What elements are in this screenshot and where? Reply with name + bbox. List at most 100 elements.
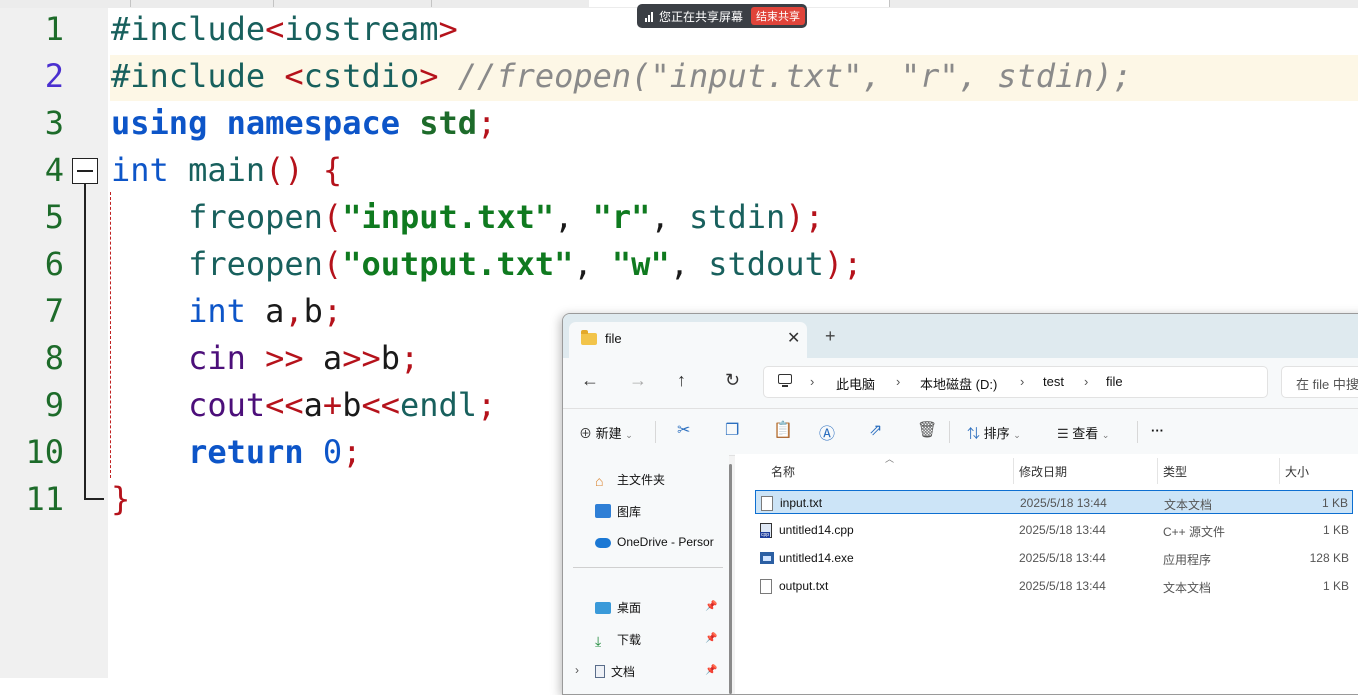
breadcrumb-this-pc[interactable]: 此电脑: [836, 374, 875, 393]
view-button-label: 查看: [1072, 426, 1099, 441]
paste-icon[interactable]: 📋: [773, 420, 793, 440]
share-icon[interactable]: ⇗: [869, 420, 882, 440]
code-line[interactable]: }: [111, 476, 130, 523]
explorer-titlebar: file ✕ +: [563, 314, 1358, 358]
new-button[interactable]: ⊕ 新建 ⌄: [579, 423, 633, 442]
file-type: C++ 源文件: [1163, 525, 1226, 539]
code-token: (: [322, 198, 343, 236]
nav-item-desktop[interactable]: 桌面: [595, 599, 641, 616]
nav-scrollbar[interactable]: [729, 464, 732, 694]
file-size: 1 KB: [1321, 496, 1348, 510]
code-line[interactable]: cout<<a+b<<endl;: [111, 382, 496, 429]
file-row[interactable]: untitled14.exe 2025/5/18 13:44 应用程序 128 KB: [755, 546, 1353, 570]
code-token: #include: [111, 57, 285, 95]
desktop-icon: [595, 602, 611, 614]
code-line[interactable]: int a,b;: [111, 288, 342, 335]
column-header-size[interactable]: 大小: [1285, 463, 1309, 480]
toolbar-divider: [655, 421, 656, 443]
explorer-tab[interactable]: file ✕: [569, 322, 807, 358]
plus-circle-icon: ⊕: [579, 426, 593, 441]
explorer-navbar: ← → ↑ ↻ › 此电脑 › 本地磁盘 (D:) › test › file …: [563, 358, 1358, 408]
file-name: output.txt: [779, 579, 829, 593]
signal-icon: [645, 10, 653, 22]
new-tab-icon[interactable]: +: [825, 326, 836, 347]
breadcrumb-chevron-icon[interactable]: ›: [810, 374, 814, 389]
code-line[interactable]: #include <cstdio> //freopen("input.txt",…: [111, 53, 1132, 100]
code-line[interactable]: return 0;: [111, 429, 361, 476]
column-header-type[interactable]: 类型: [1163, 463, 1187, 480]
column-header-name[interactable]: 名称: [771, 463, 795, 480]
file-explorer-window: file ✕ + ← → ↑ ↻ › 此电脑 › 本地磁盘 (D:) › tes…: [562, 313, 1358, 695]
pin-icon[interactable]: 📌: [705, 665, 717, 676]
file-size: 128 KB: [1309, 551, 1349, 565]
line-number: 5: [44, 198, 64, 236]
file-modified: 2025/5/18 13:44: [1020, 496, 1107, 510]
file-row[interactable]: input.txt 2025/5/18 13:44 文本文档 1 KB: [755, 490, 1353, 514]
file-modified: 2025/5/18 13:44: [1019, 523, 1106, 537]
delete-icon[interactable]: 🗑: [917, 420, 937, 440]
stop-sharing-button[interactable]: 结束共享: [751, 7, 806, 25]
line-number: 3: [44, 104, 64, 142]
code-line[interactable]: #include<iostream>: [111, 6, 458, 53]
fold-toggle-icon[interactable]: [72, 158, 98, 184]
column-divider[interactable]: [1157, 458, 1158, 484]
breadcrumb-chevron-icon[interactable]: ›: [1020, 374, 1024, 389]
code-line[interactable]: cin >> a>>b;: [111, 335, 419, 382]
back-arrow-icon[interactable]: ←: [581, 370, 599, 391]
code-token: >>: [342, 339, 381, 377]
pin-icon[interactable]: 📌: [705, 601, 717, 612]
txt-file-icon: [761, 496, 773, 511]
code-token: b: [380, 339, 400, 377]
file-row[interactable]: untitled14.cpp 2025/5/18 13:44 C++ 源文件 1 KB: [755, 518, 1353, 542]
refresh-icon[interactable]: ↻: [725, 370, 740, 391]
cloud-icon: [595, 538, 611, 548]
nav-item-gallery[interactable]: 图库: [595, 503, 641, 520]
close-tab-icon[interactable]: ✕: [787, 328, 800, 348]
code-token: endl: [399, 386, 478, 424]
breadcrumb-chevron-icon[interactable]: ›: [1084, 374, 1088, 389]
copy-icon[interactable]: ❐: [725, 420, 739, 440]
code-token: }: [111, 480, 131, 518]
rename-icon[interactable]: Ⓐ: [819, 420, 835, 444]
line-number: 1: [44, 10, 64, 48]
address-bar[interactable]: › 此电脑 › 本地磁盘 (D:) › test › file: [763, 366, 1268, 398]
column-header-modified[interactable]: 修改日期: [1019, 463, 1067, 480]
nav-item-downloads[interactable]: ⤓ 下载: [595, 631, 641, 649]
code-line[interactable]: using namespace std;: [111, 100, 496, 147]
code-token: >: [419, 57, 439, 95]
code-line[interactable]: freopen("input.txt", "r", stdin);: [111, 194, 824, 241]
gallery-icon: [595, 504, 611, 518]
file-row[interactable]: output.txt 2025/5/18 13:44 文本文档 1 KB: [755, 574, 1353, 598]
forward-arrow-icon[interactable]: →: [629, 370, 647, 391]
code-line[interactable]: int main() {: [111, 147, 342, 194]
file-size: 1 KB: [1322, 523, 1349, 537]
view-button[interactable]: ☰ 查看 ⌄: [1057, 423, 1109, 442]
cut-icon[interactable]: ✂: [677, 420, 690, 440]
breadcrumb-drive[interactable]: 本地磁盘 (D:): [920, 374, 997, 393]
chevron-right-icon[interactable]: ›: [575, 663, 579, 677]
nav-item-label: 文档: [611, 665, 636, 679]
line-number: 2: [44, 57, 64, 95]
nav-item-home[interactable]: ⌂ 主文件夹: [595, 471, 665, 489]
code-token: ): [823, 245, 844, 283]
search-input[interactable]: 在 file 中搜: [1281, 366, 1358, 398]
column-divider[interactable]: [1013, 458, 1014, 484]
pin-icon[interactable]: 📌: [705, 633, 717, 644]
code-token: "input.txt": [342, 198, 555, 236]
code-token: a: [245, 292, 285, 330]
sort-button[interactable]: ⇅ 排序 ⌄: [967, 423, 1021, 442]
code-token: ;: [342, 433, 362, 471]
breadcrumb-test[interactable]: test: [1043, 374, 1064, 389]
nav-item-documents[interactable]: 文档: [595, 663, 635, 680]
line-number: 11: [25, 480, 64, 518]
breadcrumb-chevron-icon[interactable]: ›: [896, 374, 900, 389]
more-options-icon[interactable]: ···: [1151, 423, 1164, 438]
breadcrumb-file[interactable]: file: [1106, 374, 1123, 389]
file-name: untitled14.cpp: [779, 523, 854, 537]
nav-item-onedrive[interactable]: OneDrive - Persor: [595, 535, 714, 549]
column-divider[interactable]: [1279, 458, 1280, 484]
up-arrow-icon[interactable]: ↑: [677, 370, 686, 391]
code-line[interactable]: freopen("output.txt", "w", stdout);: [111, 241, 862, 288]
